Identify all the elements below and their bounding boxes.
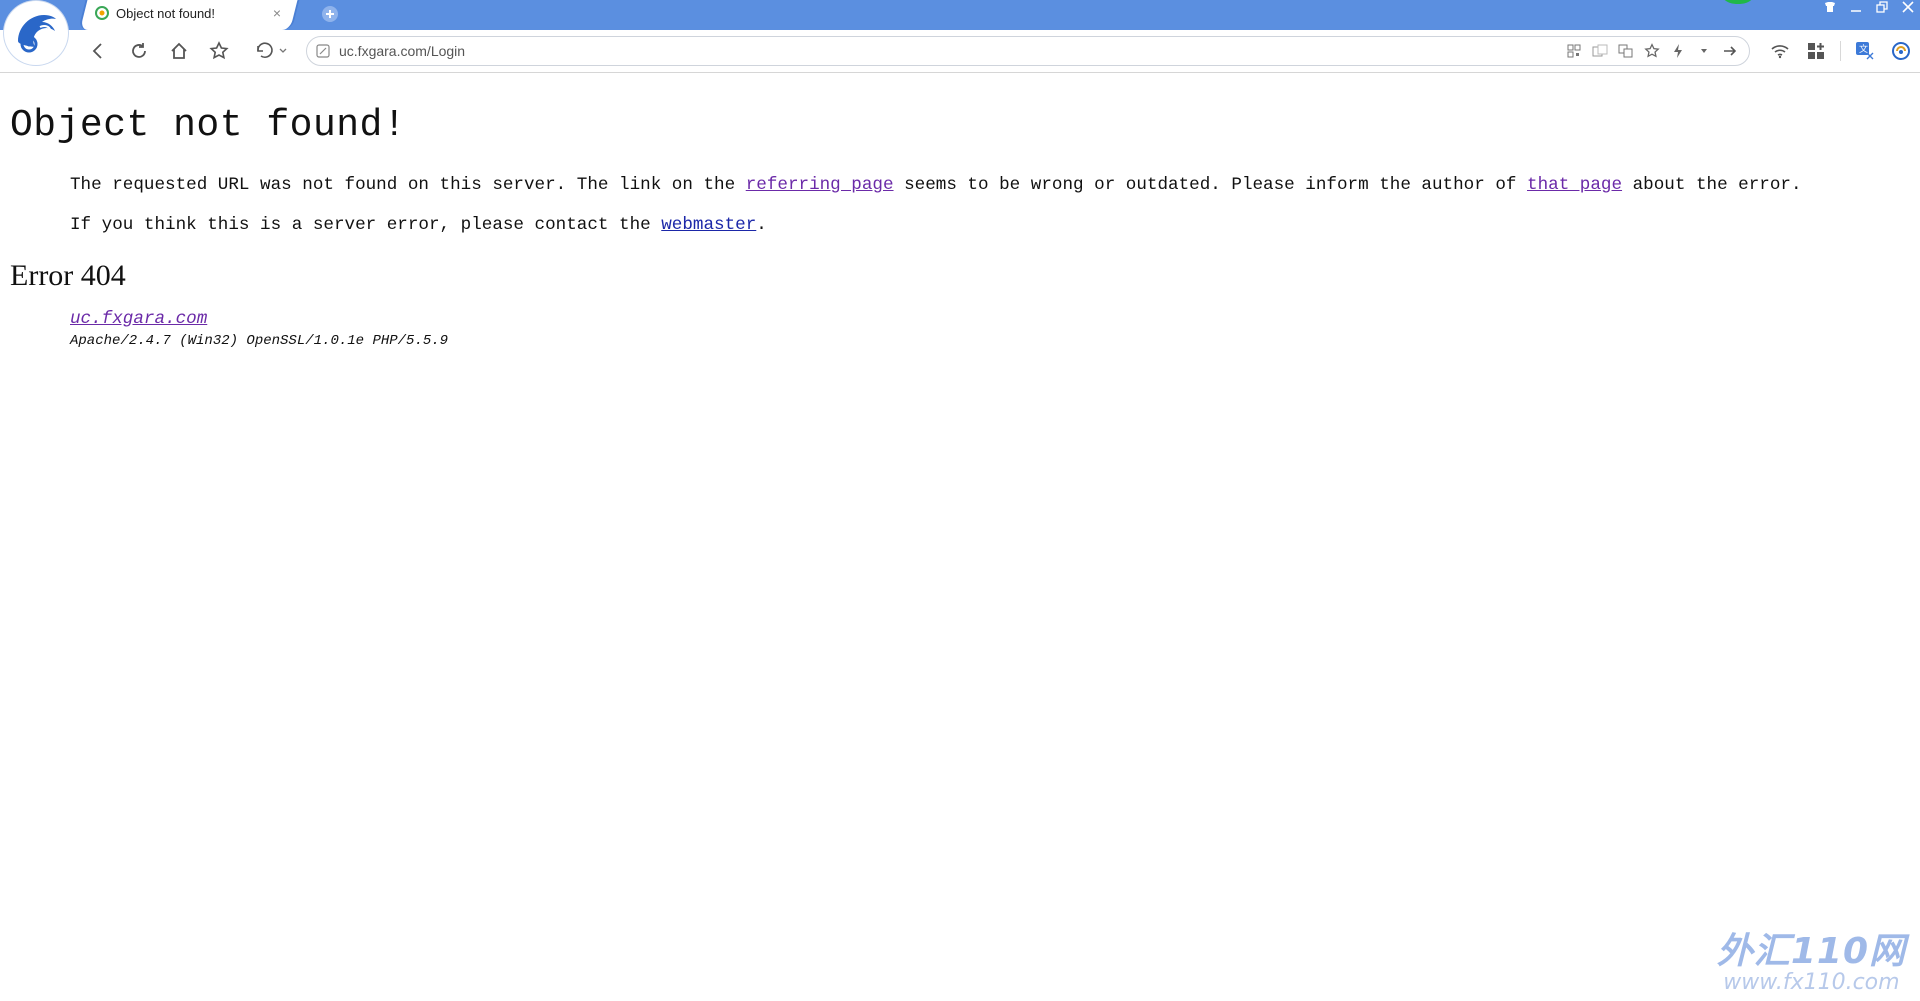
translate-icon[interactable]: 文 <box>1853 39 1877 63</box>
host-link[interactable]: uc.fxgara.com <box>70 309 207 329</box>
server-address: uc.fxgara.com Apache/2.4.7 (Win32) OpenS… <box>70 309 1910 349</box>
tab-title: Object not found! <box>116 5 216 21</box>
description-text-1: The requested URL was not found on this … <box>70 175 746 195</box>
chevron-down-icon[interactable] <box>1695 42 1713 60</box>
security-shield-icon[interactable] <box>1889 39 1913 63</box>
error-description: The requested URL was not found on this … <box>70 175 1910 195</box>
right-toolbar: 文 <box>1768 39 1913 63</box>
new-tab-button[interactable] <box>320 4 340 24</box>
back-button[interactable] <box>86 39 110 63</box>
toolbar-divider <box>1840 41 1841 61</box>
window-controls <box>1822 0 1916 14</box>
minimize-button[interactable] <box>1848 0 1864 14</box>
browser-logo[interactable] <box>4 1 68 65</box>
watermark-url: www.fx110.com <box>1723 970 1900 995</box>
tab-close-icon[interactable]: × <box>270 5 284 21</box>
description-text-2: seems to be wrong or outdated. Please in… <box>893 175 1528 195</box>
svg-text:文: 文 <box>1859 43 1868 55</box>
page-content: Object not found! The requested URL was … <box>10 74 1910 349</box>
site-info-icon[interactable] <box>313 41 333 61</box>
browser-toolbar: 文 <box>0 30 1920 73</box>
go-arrow-icon[interactable] <box>1721 42 1739 60</box>
address-bar[interactable] <box>306 36 1750 66</box>
that-page-link[interactable]: that page <box>1527 175 1622 195</box>
compatibility-mode-icon[interactable] <box>1591 42 1609 60</box>
error-code-heading: Error 404 <box>10 259 126 292</box>
apps-grid-icon[interactable] <box>1804 39 1828 63</box>
address-bar-actions <box>1565 42 1739 60</box>
description-text-3: about the error. <box>1622 175 1802 195</box>
reload-button[interactable] <box>127 39 151 63</box>
wifi-icon[interactable] <box>1768 39 1792 63</box>
skin-icon[interactable] <box>1822 0 1838 14</box>
translate-page-icon[interactable] <box>1617 42 1635 60</box>
qr-code-icon[interactable] <box>1565 42 1583 60</box>
tab-content[interactable]: Object not found! × <box>94 0 284 26</box>
site-watermark: 外汇110网 www.fx110.com <box>1717 922 1906 995</box>
referring-page-link[interactable]: referring page <box>746 175 894 195</box>
home-button[interactable] <box>167 39 191 63</box>
page-favicon-icon <box>94 5 110 21</box>
status-indicator <box>1718 0 1758 4</box>
url-input[interactable] <box>333 42 1565 60</box>
restore-button[interactable] <box>1874 0 1890 14</box>
page-title: Object not found! <box>10 104 407 147</box>
note-text-1: If you think this is a server error, ple… <box>70 215 662 235</box>
lightning-mode-icon[interactable] <box>1669 42 1687 60</box>
webmaster-link[interactable]: webmaster <box>661 215 756 235</box>
server-error-note: If you think this is a server error, ple… <box>70 215 1910 235</box>
close-window-button[interactable] <box>1900 0 1916 14</box>
note-text-2: . <box>756 215 767 235</box>
bookmark-star-icon[interactable] <box>1643 42 1661 60</box>
favorites-button[interactable] <box>207 39 231 63</box>
server-signature: Apache/2.4.7 (Win32) OpenSSL/1.0.1e PHP/… <box>70 333 449 349</box>
tab-bar: Object not found! × <box>0 0 1920 30</box>
undo-close-button[interactable] <box>250 39 290 63</box>
watermark-title: 外汇110网 <box>1716 931 1906 972</box>
